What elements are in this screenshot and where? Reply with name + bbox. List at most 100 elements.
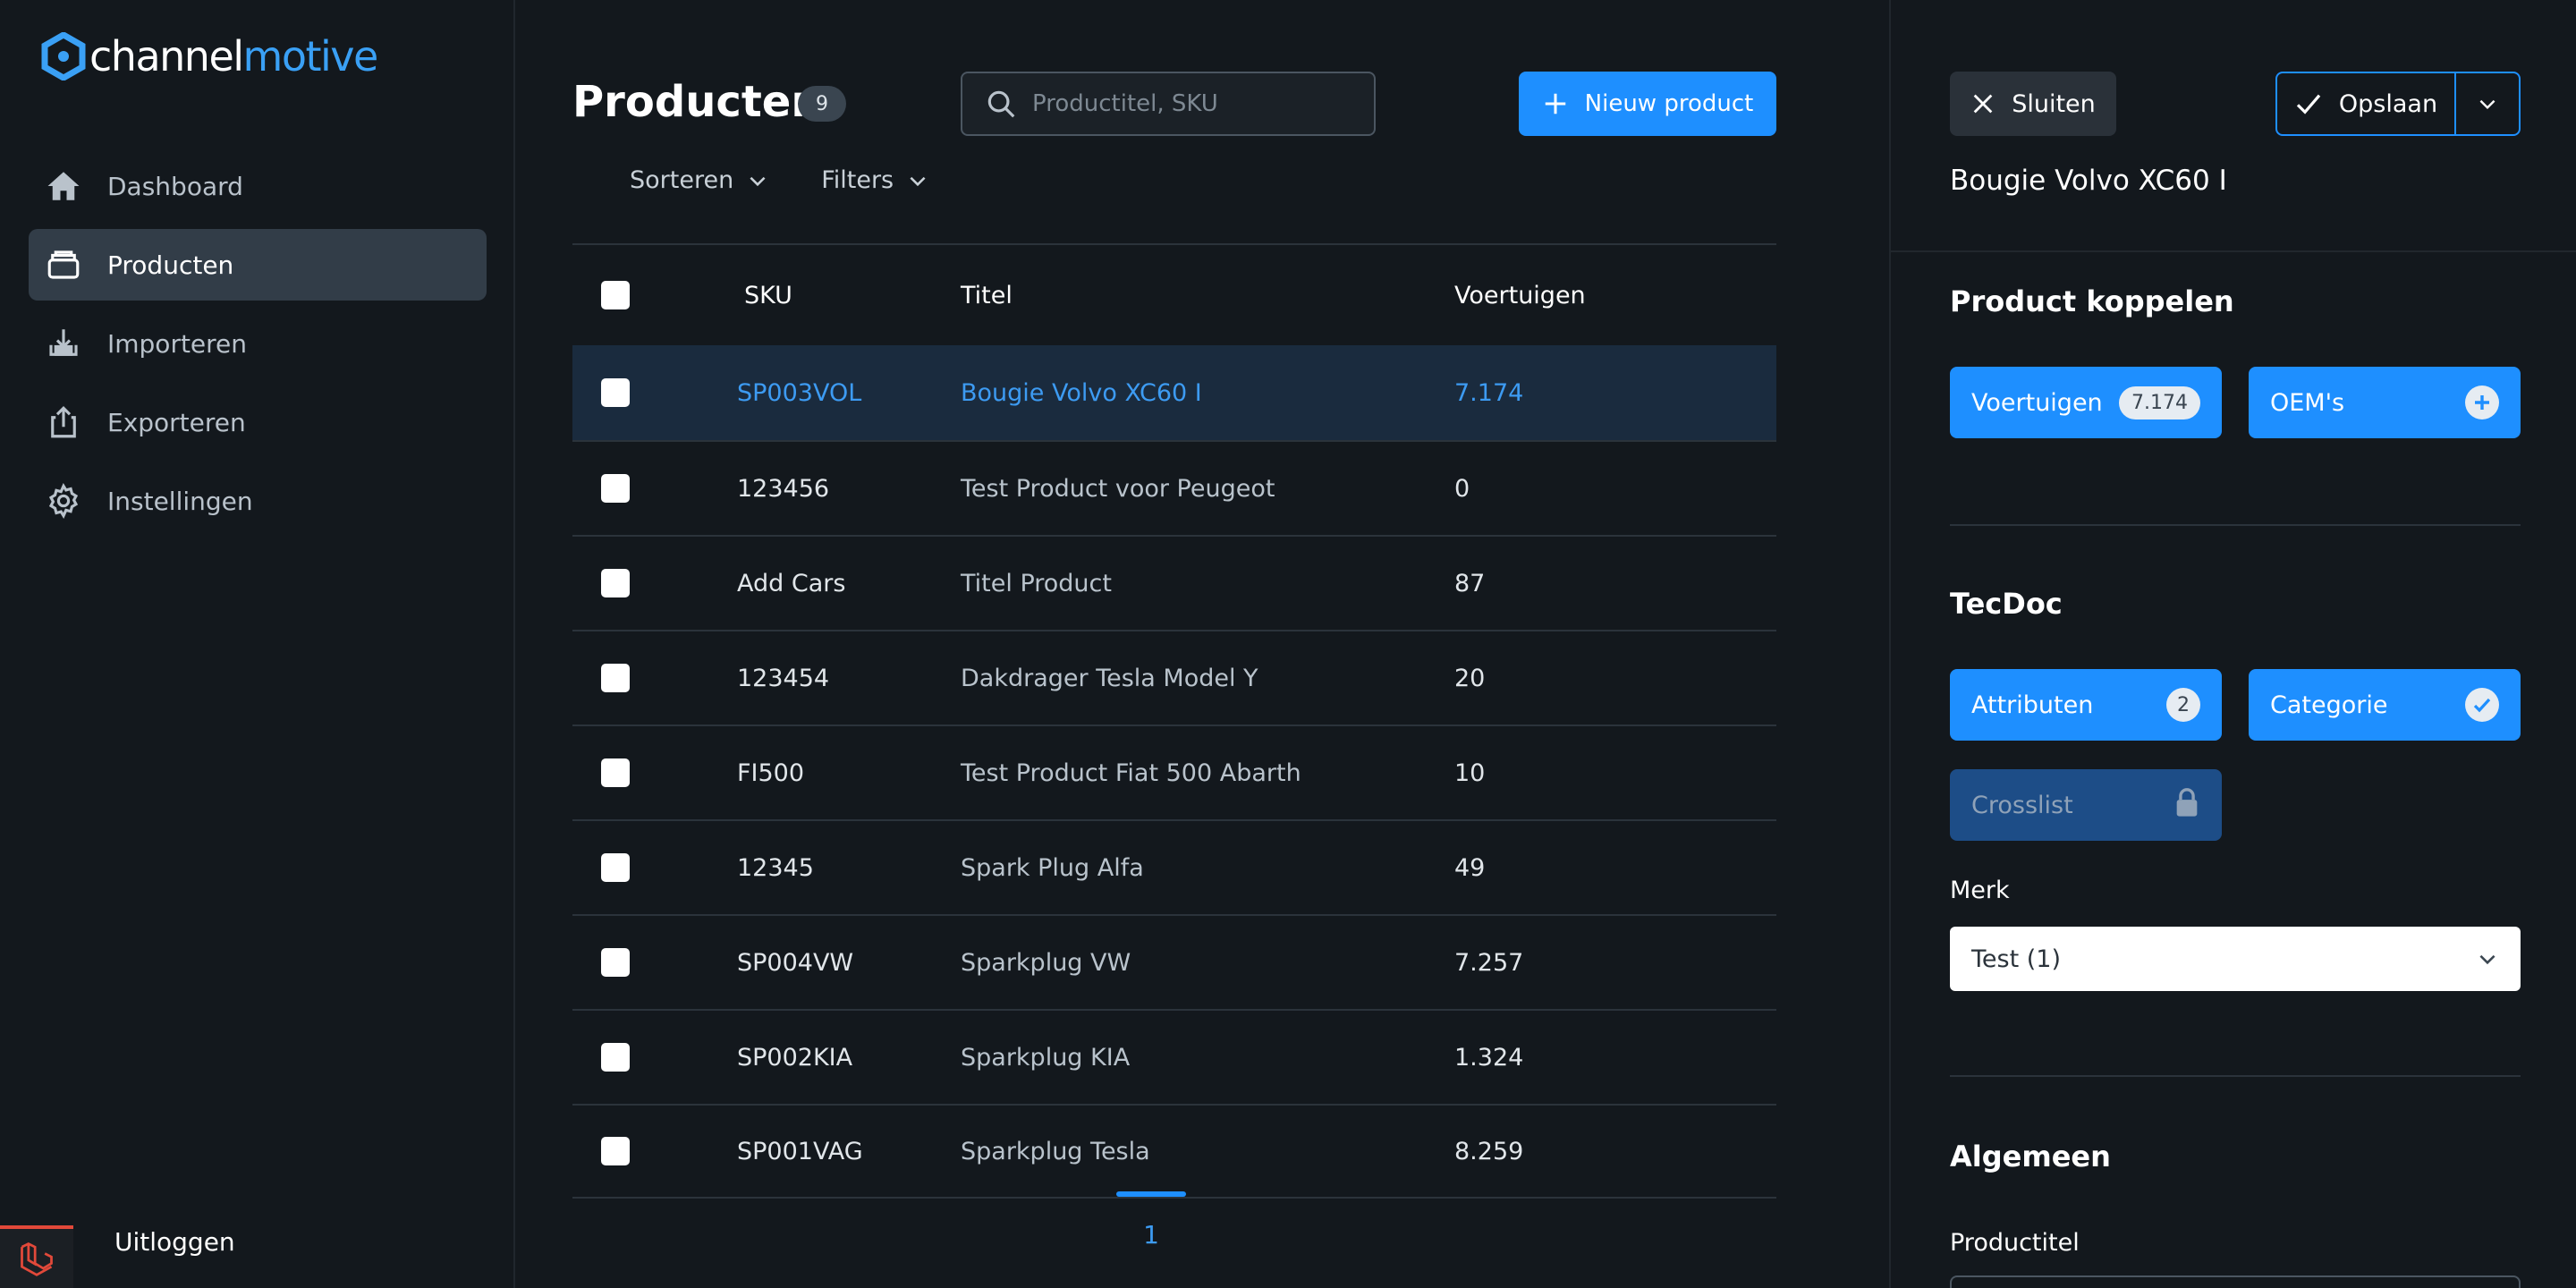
cell-vehicles: 49 [1454, 853, 1486, 882]
pagination: 1 [1116, 1191, 1186, 1250]
chevron-down-icon [910, 176, 926, 186]
cell-vehicles: 20 [1454, 664, 1486, 692]
brand-select-value: Test (1) [1971, 945, 2061, 973]
home-icon [45, 167, 82, 205]
cell-sku: SP001VAG [737, 1137, 863, 1165]
row-checkbox[interactable] [601, 758, 630, 787]
save-button-group: Opslaan [2275, 72, 2521, 136]
cell-vehicles: 7.257 [1454, 948, 1524, 977]
table-row[interactable]: 123454 Dakdrager Tesla Model Y 20 [572, 630, 1776, 724]
row-checkbox[interactable] [601, 569, 630, 597]
table-row[interactable]: 123456 Test Product voor Peugeot 0 [572, 440, 1776, 535]
save-button[interactable]: Opslaan [2277, 73, 2456, 134]
cell-title: Spark Plug Alfa [961, 853, 1144, 882]
cell-sku: FI500 [737, 758, 805, 787]
table-row[interactable]: SP002KIA Sparkplug KIA 1.324 [572, 1009, 1776, 1104]
select-all-checkbox[interactable] [601, 281, 630, 309]
laravel-debug-icon[interactable] [0, 1225, 73, 1288]
attributes-label: Attributen [1971, 691, 2094, 719]
column-header-title[interactable]: Titel [961, 282, 1013, 309]
product-title-field-label: Productitel [1950, 1229, 2080, 1257]
filters-dropdown[interactable]: Filters [821, 166, 929, 194]
close-button[interactable]: Sluiten [1950, 72, 2116, 136]
close-label: Sluiten [2012, 89, 2096, 118]
sidebar-item-producten[interactable]: Producten [29, 229, 487, 301]
crosslist-button[interactable]: Crosslist [1950, 769, 2222, 841]
table-row[interactable]: SP004VW Sparkplug VW 7.257 [572, 914, 1776, 1009]
panel-product-name: Bougie Volvo XC60 I [1950, 165, 2227, 197]
oem-link-button[interactable]: OEM's [2249, 367, 2521, 438]
cell-sku: SP004VW [737, 948, 854, 977]
row-checkbox[interactable] [601, 664, 630, 692]
save-label: Opslaan [2338, 89, 2438, 118]
new-product-label: Nieuw product [1584, 90, 1754, 117]
cell-sku: 12345 [737, 853, 814, 882]
search-input[interactable] [1032, 90, 1354, 117]
filters-label: Filters [821, 166, 894, 194]
sidebar-item-label: Producten [107, 250, 234, 280]
cell-title: Titel Product [961, 569, 1112, 597]
cell-sku: SP003VOL [737, 378, 862, 407]
table-row[interactable]: SP001VAG Sparkplug Tesla 8.259 [572, 1104, 1776, 1199]
search-box[interactable] [961, 72, 1376, 136]
section-title-tecdoc: TecDoc [1950, 587, 2063, 621]
sort-filter-bar: Sorteren Filters [630, 166, 929, 194]
gear-icon [45, 482, 82, 520]
table-row[interactable]: FI500 Test Product Fiat 500 Abarth 10 [572, 724, 1776, 819]
sidebar-item-label: Dashboard [107, 171, 243, 201]
lock-icon [2174, 787, 2200, 824]
column-header-sku[interactable]: SKU [744, 282, 792, 309]
category-button[interactable]: Categorie [2249, 669, 2521, 741]
chevron-down-icon [2479, 99, 2496, 110]
row-checkbox[interactable] [601, 948, 630, 977]
divider [1891, 250, 2576, 252]
chevron-down-icon [750, 176, 766, 186]
cell-vehicles: 0 [1454, 474, 1470, 503]
search-icon [987, 90, 1015, 118]
column-header-vehicles[interactable]: Voertuigen [1454, 282, 1586, 309]
cell-vehicles: 8.259 [1454, 1137, 1524, 1165]
products-table: SKU Titel Voertuigen SP003VOL Bougie Vol… [572, 243, 1776, 1199]
logout-link[interactable]: Uitloggen [114, 1227, 235, 1257]
vehicles-count-badge: 7.174 [2119, 386, 2200, 419]
row-checkbox[interactable] [601, 853, 630, 882]
attributes-button[interactable]: Attributen 2 [1950, 669, 2222, 741]
row-checkbox[interactable] [601, 1043, 630, 1072]
table-row[interactable]: SP003VOL Bougie Volvo XC60 I 7.174 [572, 345, 1776, 440]
section-title-general: Algemeen [1950, 1140, 2111, 1174]
sidebar-item-dashboard[interactable]: Dashboard [29, 150, 487, 222]
new-product-button[interactable]: Nieuw product [1519, 72, 1776, 136]
vehicles-link-button[interactable]: Voertuigen 7.174 [1950, 367, 2222, 438]
brand-field-label: Merk [1950, 877, 2010, 904]
sidebar-item-instellingen[interactable]: Instellingen [29, 465, 487, 537]
page-number-button[interactable]: 1 [1116, 1220, 1186, 1250]
sort-label: Sorteren [630, 166, 734, 194]
sidebar-item-label: Instellingen [107, 486, 253, 516]
sidebar-item-exporteren[interactable]: Exporteren [29, 386, 487, 458]
cell-vehicles: 10 [1454, 758, 1486, 787]
section-title-link: Product koppelen [1950, 284, 2234, 318]
product-detail-panel: Sluiten Opslaan Bougie Volvo XC60 I Prod… [1889, 0, 2576, 1288]
row-checkbox[interactable] [601, 1137, 630, 1165]
brand-logo[interactable]: channelmotive [41, 32, 378, 80]
cell-title: Sparkplug VW [961, 948, 1131, 977]
product-title-input[interactable] [1950, 1275, 2521, 1288]
crosslist-label: Crosslist [1971, 791, 2073, 819]
attributes-count-badge: 2 [2166, 688, 2200, 722]
sort-dropdown[interactable]: Sorteren [630, 166, 769, 194]
cell-vehicles: 1.324 [1454, 1043, 1524, 1072]
table-row[interactable]: Add Cars Titel Product 87 [572, 535, 1776, 630]
sidebar-item-importeren[interactable]: Importeren [29, 308, 487, 379]
sidebar-item-label: Importeren [107, 328, 248, 359]
row-checkbox[interactable] [601, 474, 630, 503]
close-icon [1973, 94, 1993, 114]
brand-select[interactable]: Test (1) [1950, 927, 2521, 991]
cell-vehicles: 87 [1454, 569, 1486, 597]
export-icon [45, 403, 82, 441]
row-checkbox[interactable] [601, 378, 630, 407]
cell-sku: 123454 [737, 664, 830, 692]
save-options-dropdown[interactable] [2456, 73, 2519, 134]
plus-icon [1545, 93, 1565, 114]
cell-sku: SP002KIA [737, 1043, 853, 1072]
table-row[interactable]: 12345 Spark Plug Alfa 49 [572, 819, 1776, 914]
